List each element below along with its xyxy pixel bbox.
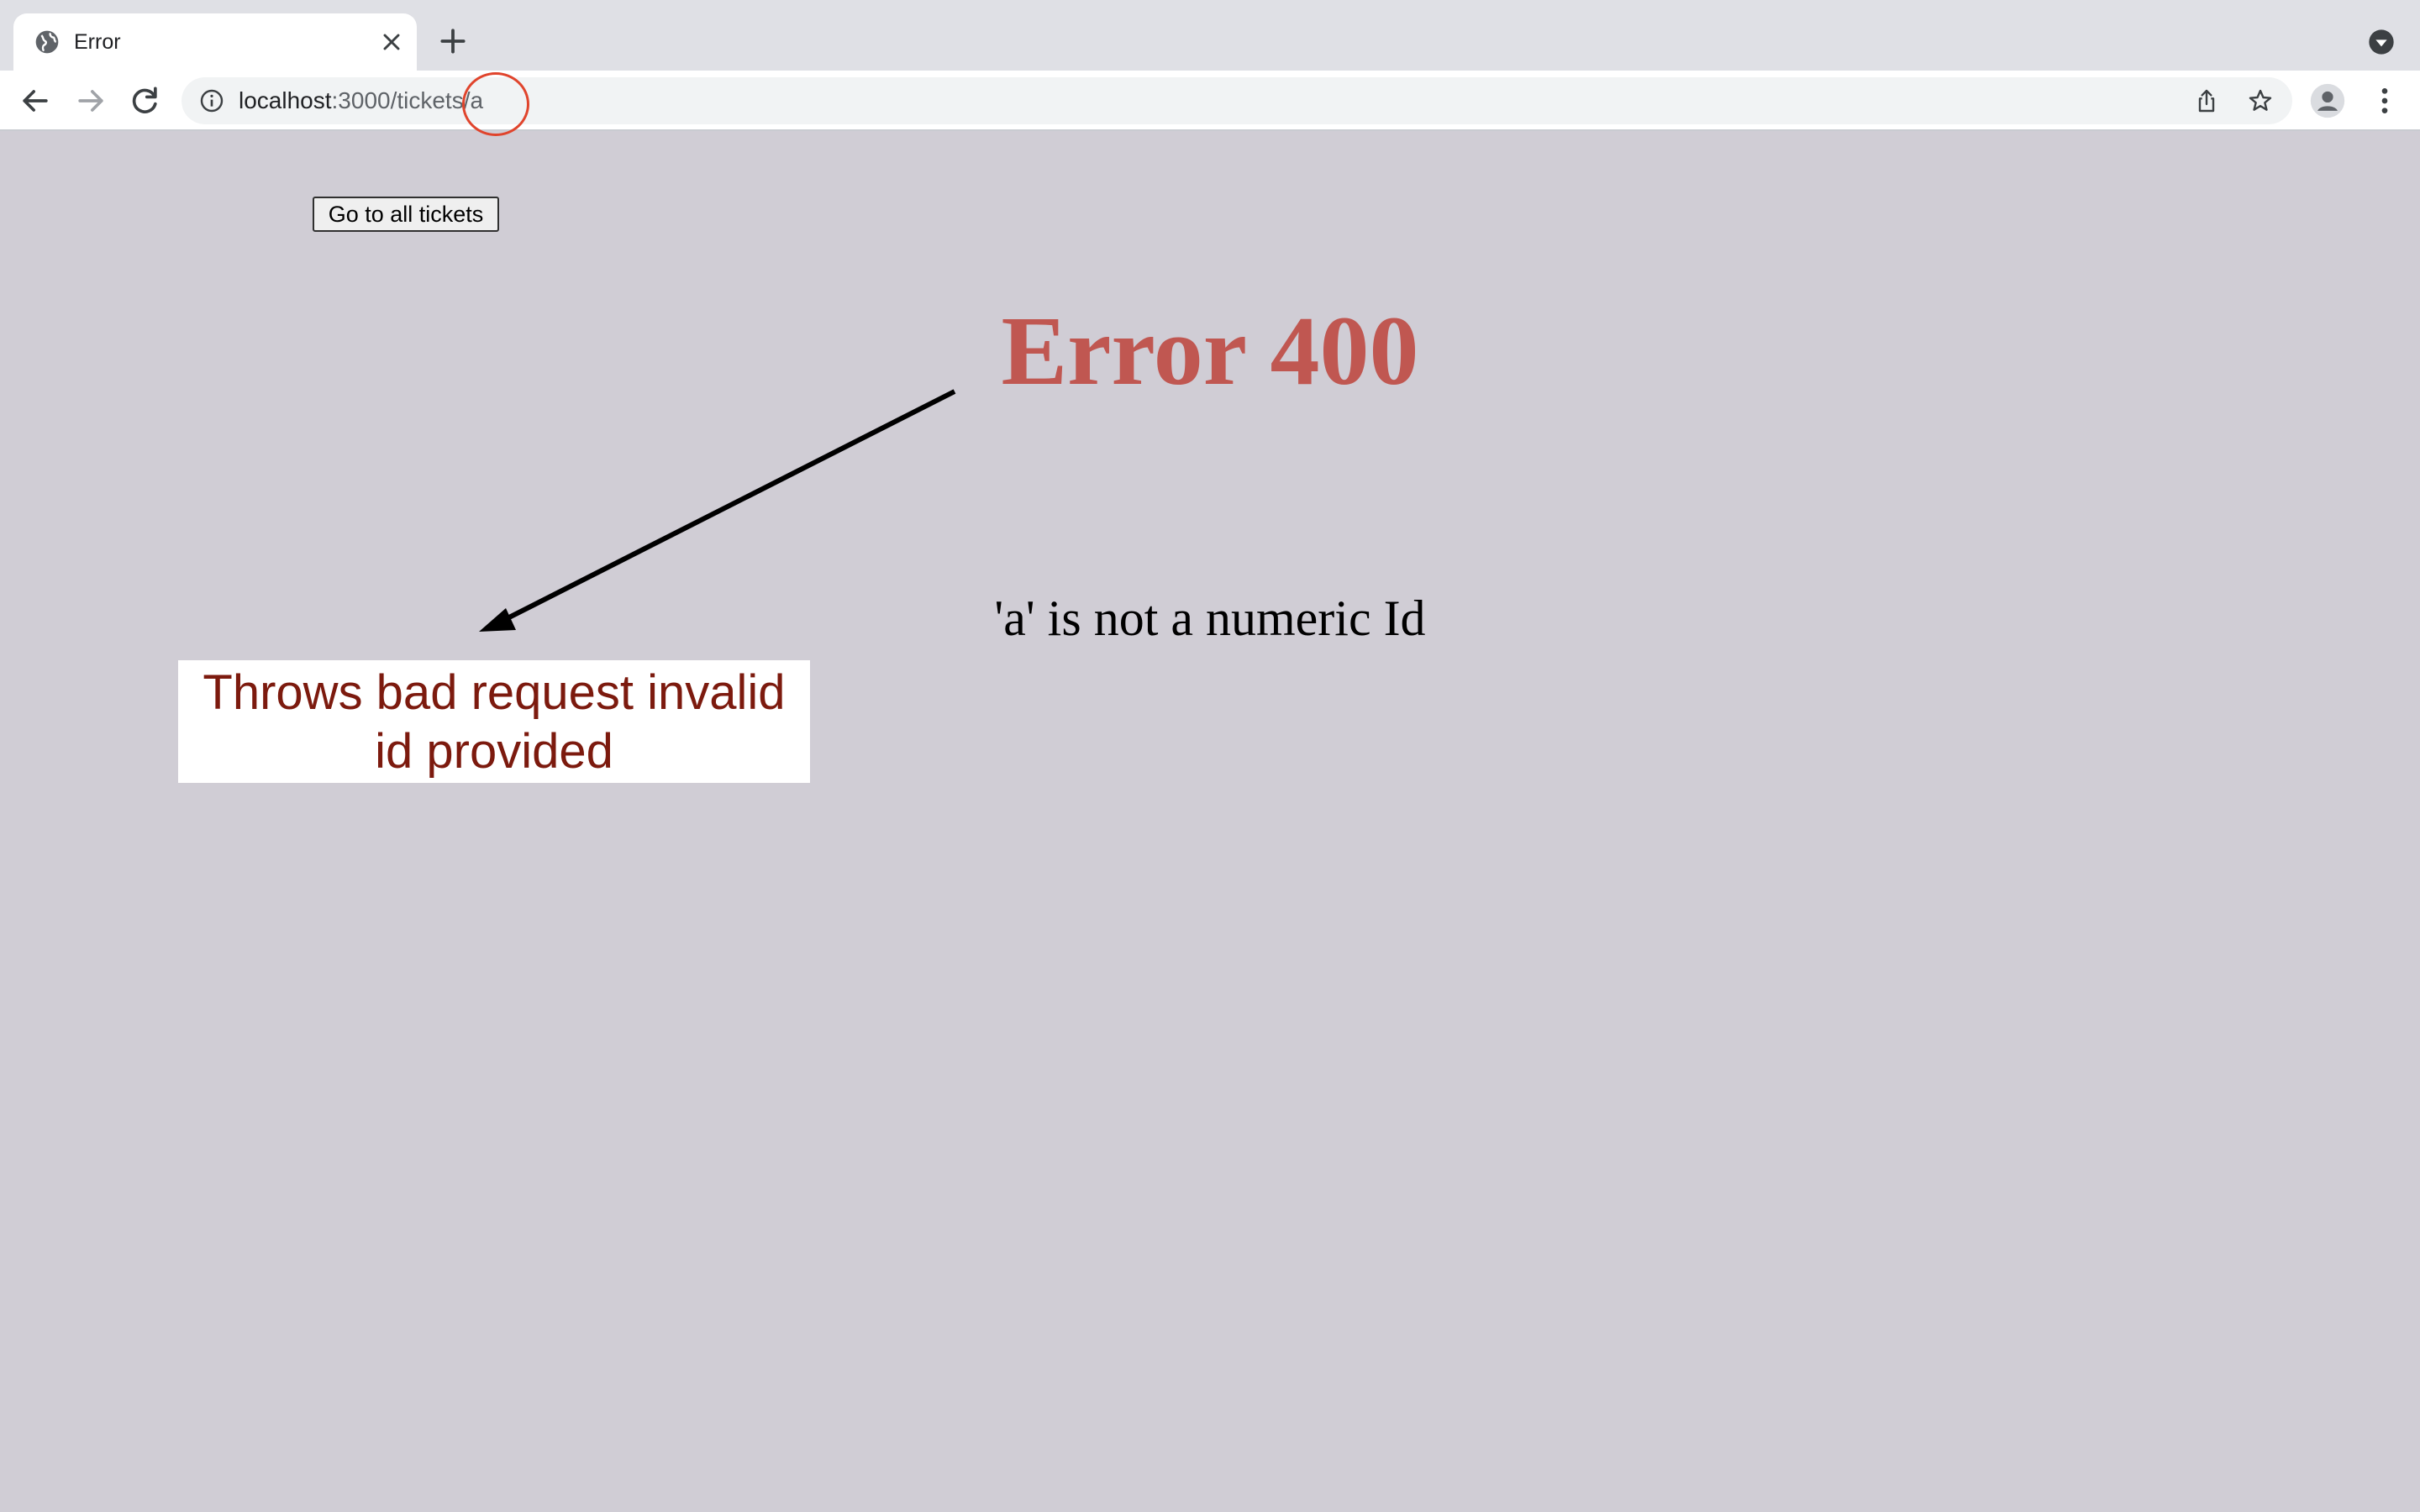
tab-strip: Error	[0, 0, 2420, 71]
back-arrow-icon[interactable]	[17, 82, 54, 119]
annotation-circle	[462, 72, 529, 136]
error-message: 'a' is not a numeric Id	[994, 591, 1426, 646]
tab-search-icon[interactable]	[2368, 29, 2395, 55]
tab-title: Error	[74, 30, 121, 54]
tab-error[interactable]: Error	[13, 13, 417, 71]
more-menu-icon[interactable]	[2368, 84, 2402, 118]
url-host: localhost	[239, 87, 332, 113]
reload-icon[interactable]	[126, 82, 163, 119]
bookmark-star-icon[interactable]	[2247, 87, 2274, 114]
url-path: :3000/tickets/a	[331, 87, 484, 113]
forward-arrow-icon[interactable]	[72, 82, 109, 119]
annotation-callout: Throws bad request invalid id provided	[178, 660, 810, 783]
browser-toolbar: localhost:3000/tickets/a	[0, 71, 2420, 131]
go-to-all-tickets-button[interactable]: Go to all tickets	[313, 197, 499, 232]
profile-avatar-icon[interactable]	[2309, 82, 2346, 119]
close-icon[interactable]	[378, 29, 405, 55]
globe-icon	[35, 30, 59, 54]
info-icon[interactable]	[198, 87, 225, 114]
url-text[interactable]: localhost:3000/tickets/a	[239, 87, 483, 114]
share-icon[interactable]	[2193, 87, 2220, 114]
page-content: Go to all tickets Error 400 'a' is not a…	[0, 133, 2420, 1512]
error-title: Error 400	[1001, 296, 1419, 406]
new-tab-icon[interactable]	[437, 25, 469, 57]
